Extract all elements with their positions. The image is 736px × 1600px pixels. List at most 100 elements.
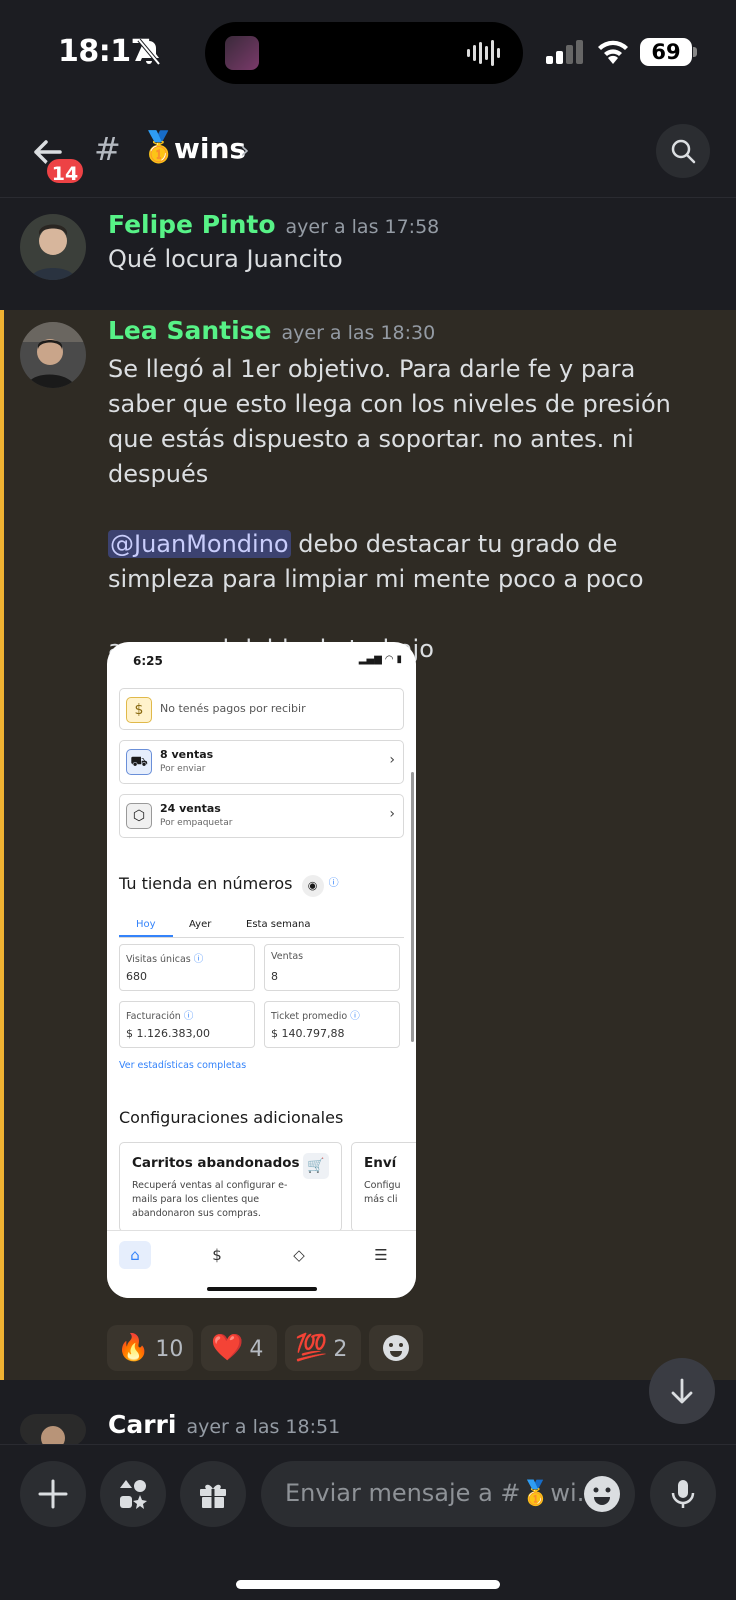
- reaction-heart[interactable]: ❤️ 4: [201, 1325, 277, 1371]
- chevron-right-icon[interactable]: ›: [240, 136, 250, 164]
- user-mention[interactable]: @JuanMondino: [108, 530, 291, 558]
- jump-to-latest-button[interactable]: [649, 1358, 715, 1424]
- message-author[interactable]: Carri ayer a las 18:51: [108, 1410, 340, 1439]
- stat-average-ticket: Ticket promedio ⓘ $ 140.797,88: [264, 1001, 400, 1048]
- abandoned-carts-card: Carritos abandonados 🛒 Recuperá ventas a…: [119, 1142, 342, 1232]
- home-indicator: [236, 1580, 500, 1589]
- message-timestamp: ayer a las 18:51: [186, 1416, 341, 1438]
- store-stats-title: Tu tienda en números ◉ ⓘ: [119, 874, 339, 897]
- tab-today: Hoy: [136, 919, 156, 930]
- reaction-count: 4: [249, 1337, 264, 1362]
- gift-icon: [200, 1484, 226, 1508]
- message-text: Se llegó al 1er objetivo. Para darle fe …: [108, 352, 706, 667]
- period-tabs: Hoy Ayer Esta semana: [119, 914, 404, 938]
- message-input[interactable]: Enviar mensaje a #🥇wi..: [261, 1461, 635, 1527]
- apps-icon: [120, 1480, 147, 1509]
- message-author[interactable]: Lea Santise ayer a las 18:30: [108, 316, 435, 345]
- search-icon: [671, 139, 696, 164]
- pending-payments-card: $ No tenés pagos por recibir: [119, 688, 404, 730]
- info-icon: ⓘ: [328, 878, 339, 889]
- status-bar: 18:17 69: [0, 0, 736, 100]
- bell-muted-icon: [137, 38, 161, 66]
- menu-icon: ☰: [374, 1246, 388, 1264]
- reaction-hundred[interactable]: 💯 2: [285, 1325, 361, 1371]
- chevron-right-icon: ›: [389, 806, 395, 822]
- avatar[interactable]: [20, 214, 86, 280]
- shipping-settings-card: Enví Configu más cli: [351, 1142, 416, 1232]
- stat-value: $ 1.126.383,00: [126, 1027, 210, 1040]
- tag-icon: ◇: [293, 1246, 305, 1264]
- chevron-right-icon: ›: [389, 752, 395, 768]
- home-icon: ⌂: [119, 1241, 151, 1269]
- smiley-icon: [383, 1335, 409, 1361]
- avatar-image: [20, 214, 86, 280]
- add-reaction-button[interactable]: [369, 1325, 423, 1371]
- message-item[interactable]: Felipe Pinto ayer a las 17:58 Qué locura …: [0, 200, 736, 308]
- dollar-icon: $: [212, 1246, 222, 1264]
- arrow-down-icon: [671, 1378, 693, 1404]
- author-name[interactable]: Lea Santise: [108, 316, 272, 345]
- stat-sales: Ventas 8: [264, 944, 400, 991]
- full-stats-link: Ver estadísticas completas: [119, 1060, 247, 1071]
- message-item-highlighted[interactable]: Lea Santise ayer a las 18:30 Se llegó al …: [0, 310, 736, 1380]
- tab-yesterday: Ayer: [189, 919, 212, 930]
- active-tab-underline: [119, 935, 173, 937]
- attachment-status-time: 6:25: [133, 654, 163, 668]
- voice-message-button[interactable]: [650, 1461, 716, 1527]
- packing-subtitle: Por empaquetar: [160, 818, 233, 828]
- additional-settings-title: Configuraciones adicionales: [119, 1108, 344, 1127]
- channel-name[interactable]: wins: [174, 132, 246, 165]
- stat-label-text: Facturación: [126, 1011, 181, 1022]
- cell-signal-icon: [546, 40, 583, 64]
- stat-unique-visits: Visitas únicas ⓘ 680: [119, 944, 255, 991]
- shipping-settings-desc-line: más cli: [364, 1194, 398, 1205]
- dollar-icon: $: [126, 697, 152, 723]
- info-icon: ⓘ: [183, 1011, 194, 1022]
- reaction-count: 10: [155, 1337, 184, 1362]
- attach-button[interactable]: [20, 1461, 86, 1527]
- avatar[interactable]: [20, 1414, 86, 1446]
- stat-value: $ 140.797,88: [271, 1027, 345, 1040]
- message-item[interactable]: Carri ayer a las 18:51: [0, 1380, 736, 1446]
- abandoned-carts-title: Carritos abandonados: [132, 1155, 300, 1171]
- apps-button[interactable]: [100, 1461, 166, 1527]
- stat-label: Ventas: [271, 951, 304, 962]
- abandoned-carts-description: Recuperá ventas al configurar e-mails pa…: [132, 1180, 288, 1219]
- battery-tip: [693, 47, 697, 57]
- reaction-fire[interactable]: 🔥 10: [107, 1325, 193, 1371]
- pending-payments-text: No tenés pagos por recibir: [160, 702, 306, 715]
- gift-button[interactable]: [180, 1461, 246, 1527]
- dynamic-island: [205, 22, 523, 84]
- avatar[interactable]: [20, 322, 86, 388]
- emoji-picker-icon[interactable]: [583, 1475, 621, 1513]
- avatar-image: [20, 1414, 86, 1446]
- unread-badge: 14: [44, 156, 86, 186]
- message-composer: Enviar mensaje a #🥇wi..: [0, 1444, 736, 1600]
- author-name[interactable]: Carri: [108, 1410, 176, 1439]
- shipping-card: ⛟ 8 ventas Por enviar ›: [119, 740, 404, 784]
- stat-label: Ticket promedio ⓘ: [271, 1008, 360, 1022]
- search-button[interactable]: [656, 124, 710, 178]
- message-author[interactable]: Felipe Pinto ayer a las 17:58: [108, 210, 439, 239]
- stat-value: 680: [126, 970, 147, 983]
- bottom-nav: ⌂ $ ◇ ☰: [107, 1230, 416, 1298]
- fire-emoji: 🔥: [117, 1333, 150, 1363]
- shipping-subtitle: Por enviar: [160, 764, 206, 774]
- plus-icon: [38, 1479, 68, 1509]
- eye-hidden-icon: ◉: [301, 875, 324, 897]
- image-attachment[interactable]: 6:25 ▂▄▆ ◠ ▮ $ No tenés pagos por recibi…: [107, 642, 416, 1298]
- message-timestamp: ayer a las 18:30: [281, 322, 436, 344]
- scrollbar: [411, 772, 414, 1042]
- message-paragraph-2: @JuanMondino debo destacar tu grado de s…: [108, 527, 706, 597]
- packing-title: 24 ventas: [160, 802, 221, 815]
- stat-label-text: Visitas únicas: [126, 954, 191, 965]
- message-text: Qué locura Juancito: [108, 245, 343, 273]
- channel-emoji[interactable]: 🥇: [140, 130, 177, 165]
- author-name[interactable]: Felipe Pinto: [108, 210, 276, 239]
- packing-card: ⬡ 24 ventas Por empaquetar ›: [119, 794, 404, 838]
- audio-waveform-icon: [467, 40, 500, 66]
- message-input-placeholder: Enviar mensaje a #🥇wi..: [285, 1479, 592, 1507]
- cart-icon: 🛒: [303, 1153, 329, 1179]
- stat-revenue: Facturación ⓘ $ 1.126.383,00: [119, 1001, 255, 1048]
- shipping-settings-desc-line: Configu: [364, 1180, 401, 1191]
